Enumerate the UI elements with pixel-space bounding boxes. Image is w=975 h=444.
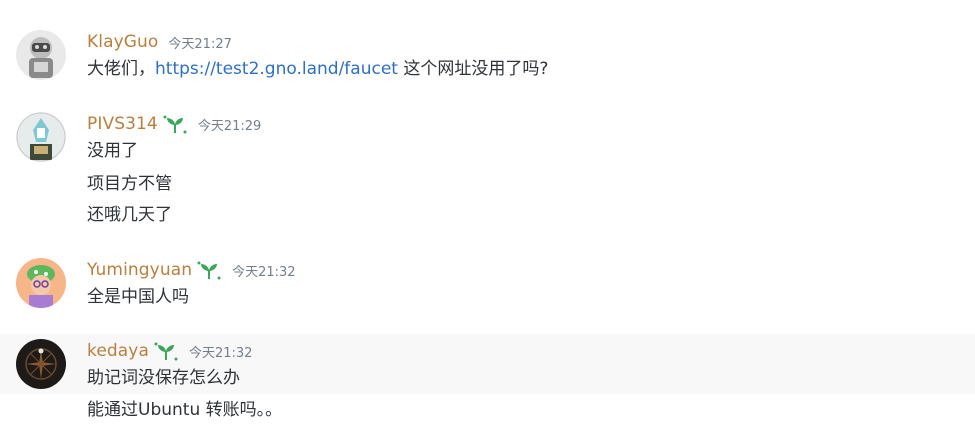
timestamp: 今天21:27 (168, 36, 232, 52)
message-line: 还哦几天了 (87, 205, 172, 225)
cartoon-avatar-icon (16, 258, 66, 308)
message-header: PIVS314 今天21:29 (87, 113, 261, 135)
avatar-pivs314[interactable] (16, 112, 66, 162)
timestamp: 今天21:32 (232, 264, 296, 280)
message-header: kedaya 今天21:32 (87, 340, 252, 362)
message-group-klayguo: KlayGuo 今天21:27 大佬们，https://test2.gno.la… (0, 20, 975, 90)
avatar-yumingyuan[interactable] (16, 258, 66, 308)
timestamp: 今天21:29 (197, 118, 262, 134)
message-group-kedaya: kedaya 今天21:32 助记词没保存怎么办 能通过Ubuntu 转账吗。。 (0, 334, 975, 434)
character-avatar-icon (16, 112, 66, 162)
message-line: 全是中国人吗 (87, 287, 189, 307)
message-group-pivs314: PIVS314 今天21:29 没用了 项目方不管 还哦几天了 (0, 100, 975, 230)
sprout-icon[interactable] (196, 259, 222, 281)
username[interactable]: PIVS314 (87, 114, 158, 134)
compass-avatar-icon (16, 339, 66, 389)
message-line: 没用了 (87, 141, 138, 161)
message-line: 能通过Ubuntu 转账吗。。 (87, 400, 283, 420)
message-header: Yumingyuan 今天21:32 (87, 259, 296, 281)
message-group-yumingyuan: Yumingyuan 今天21:32 全是中国人吗 (0, 248, 975, 318)
username[interactable]: KlayGuo (87, 32, 158, 52)
message-text: 大佬们， (87, 59, 155, 79)
robot-avatar-icon (16, 30, 66, 80)
sprout-icon[interactable] (153, 340, 179, 362)
message-text: 这个网址没用了吗? (397, 59, 549, 79)
message-line: 大佬们，https://test2.gno.land/faucet 这个网址没用… (87, 57, 548, 81)
avatar-kedaya[interactable] (16, 339, 66, 389)
message-link[interactable]: https://test2.gno.land/faucet (155, 59, 398, 79)
message-header: KlayGuo 今天21:27 (87, 31, 232, 53)
avatar-klayguo[interactable] (16, 30, 66, 80)
username[interactable]: Yumingyuan (87, 260, 192, 280)
message-line: 助记词没保存怎么办 (87, 368, 240, 388)
timestamp: 今天21:32 (188, 345, 253, 361)
username[interactable]: kedaya (87, 341, 149, 361)
sprout-icon[interactable] (162, 113, 188, 135)
message-line: 项目方不管 (87, 174, 172, 194)
